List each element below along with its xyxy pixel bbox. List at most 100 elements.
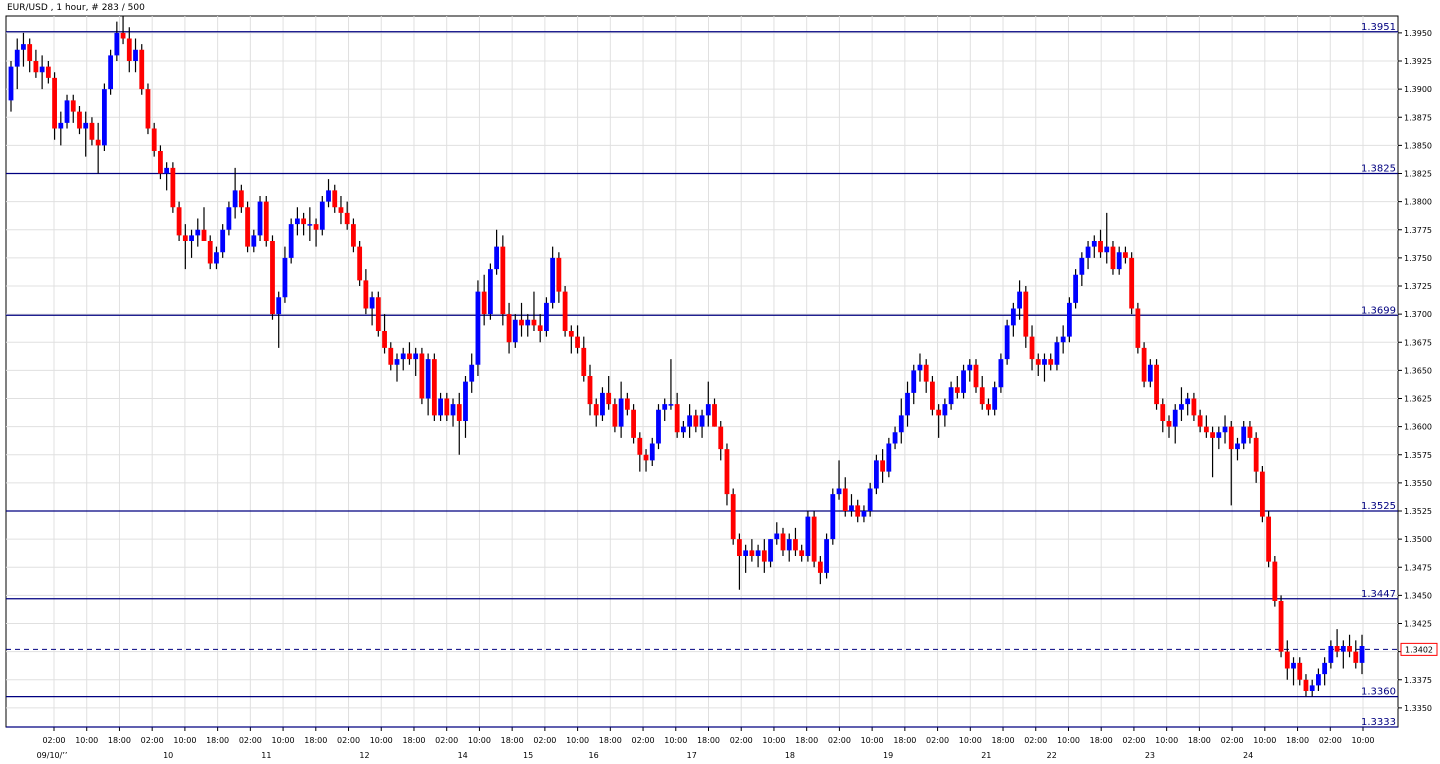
candle-body: [251, 235, 257, 247]
candle-body: [905, 392, 910, 416]
candle-body: [226, 207, 232, 230]
current-price-label: 1.3402: [1405, 645, 1433, 654]
candle-body: [1154, 364, 1159, 405]
candle-body: [382, 331, 387, 348]
candle-body: [257, 201, 263, 236]
candle-body: [786, 539, 792, 551]
candle-body: [1247, 426, 1253, 438]
candle-body: [1017, 291, 1022, 309]
candle-body: [1116, 252, 1122, 270]
candle-body: [537, 325, 543, 331]
candle-body: [1278, 601, 1284, 652]
candle-body: [1160, 404, 1166, 421]
x-tick-label: 02:00: [926, 736, 949, 745]
candle-body: [1222, 426, 1228, 433]
candle-body: [575, 336, 580, 348]
candle-body: [519, 319, 524, 326]
candle-body: [450, 404, 456, 416]
candle-body: [351, 224, 356, 247]
y-tick-label: 1.3775: [1404, 226, 1432, 235]
candle-body: [8, 66, 14, 101]
x-date-label: 12: [359, 751, 369, 760]
y-tick-label: 1.3500: [1404, 535, 1432, 544]
candle-body: [101, 89, 107, 146]
candle-body: [693, 415, 699, 427]
candle-body: [463, 381, 468, 421]
candle-body: [550, 257, 556, 303]
x-tick-label: 18:00: [1090, 736, 1113, 745]
candle-body: [680, 426, 686, 433]
candle-body: [1216, 432, 1222, 438]
y-tick-label: 1.3575: [1404, 451, 1432, 460]
candle-body: [45, 66, 51, 78]
x-date-label: 16: [589, 751, 599, 760]
candle-body: [730, 494, 736, 540]
x-tick-label: 10:00: [1057, 736, 1080, 745]
candle-body: [1079, 257, 1085, 275]
candle-body: [954, 387, 960, 393]
candle-body: [923, 364, 929, 382]
candle-body: [973, 364, 979, 388]
candle-body: [581, 347, 587, 376]
candle-body: [33, 61, 39, 73]
candle-body: [83, 122, 89, 129]
candle-body: [276, 297, 282, 315]
candle-body: [394, 359, 400, 365]
candle-body: [375, 297, 381, 331]
candle-body: [793, 539, 798, 551]
candle-body: [58, 122, 64, 129]
candle-body: [1272, 561, 1278, 601]
candle-body: [120, 32, 126, 39]
candle-body: [737, 539, 742, 556]
candle-body: [89, 122, 95, 140]
candle-body: [407, 353, 412, 360]
x-tick-label: 02:00: [141, 736, 164, 745]
candle-body: [979, 387, 985, 405]
x-tick-label: 18:00: [697, 736, 720, 745]
candle-body: [238, 190, 244, 208]
x-tick-label: 10:00: [1351, 736, 1374, 745]
candle-body: [724, 449, 730, 495]
candle-body: [873, 460, 879, 489]
candle-body: [1147, 364, 1153, 382]
y-tick-label: 1.3700: [1404, 310, 1432, 319]
candle-body: [21, 44, 26, 50]
candle-body: [388, 347, 394, 365]
candle-body: [631, 409, 636, 438]
candle-body: [705, 404, 711, 416]
y-tick-label: 1.3525: [1404, 507, 1432, 516]
x-tick-label: 02:00: [1122, 736, 1145, 745]
level-label: 1.3360: [1361, 687, 1396, 698]
x-date-label: 24: [1243, 751, 1253, 760]
candle-body: [687, 415, 693, 427]
candle-body: [556, 257, 562, 292]
candle-body: [612, 404, 618, 427]
x-date-label: 15: [523, 751, 533, 760]
candle-body: [1241, 426, 1247, 444]
candle-body: [1172, 409, 1178, 427]
level-label: 1.3951: [1361, 22, 1396, 33]
x-date-label: 09/10/’’: [37, 751, 68, 760]
candle-body: [14, 49, 20, 67]
candle-body: [656, 409, 661, 444]
candle-body: [151, 128, 157, 151]
candle-body: [494, 246, 500, 270]
candle-body: [307, 224, 313, 226]
candle-body: [1297, 662, 1303, 680]
candle-body: [214, 252, 219, 264]
y-tick-label: 1.3750: [1404, 254, 1432, 263]
y-tick-label: 1.3925: [1404, 57, 1432, 66]
x-tick-label: 18:00: [1188, 736, 1211, 745]
candle-body: [1334, 646, 1340, 652]
candle-body: [245, 207, 250, 247]
x-tick-label: 18:00: [991, 736, 1014, 745]
candle-body: [1228, 426, 1234, 450]
candle-body: [506, 314, 512, 343]
candle-body: [568, 331, 574, 337]
candle-body: [668, 404, 674, 406]
candle-body: [562, 291, 568, 331]
candle-body: [811, 516, 817, 562]
candle-body: [1048, 359, 1054, 365]
candle-body: [1004, 325, 1010, 360]
plot-area: [5, 15, 1399, 728]
